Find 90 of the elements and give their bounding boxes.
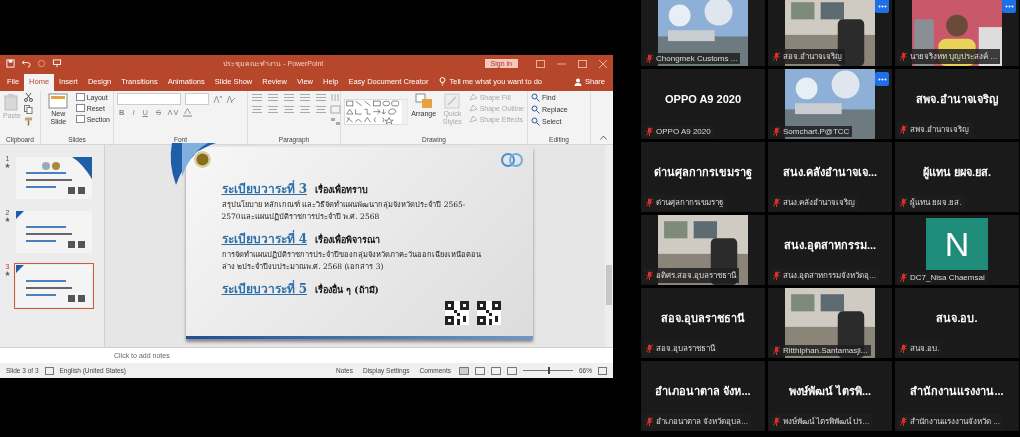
agenda-heading: ระเบียบวาระที่ 4 (221, 229, 308, 248)
participant-name: OPPO A9 2020 (665, 93, 741, 105)
agenda-topic: เรื่องเพื่อทราบ (315, 183, 369, 197)
participant-label: Ritthiphan.Santamasji... (783, 346, 868, 355)
collapse-ribbon-icon[interactable] (600, 135, 607, 140)
more-icon (877, 77, 887, 81)
copy-icon[interactable] (23, 105, 33, 114)
more-button[interactable] (875, 0, 889, 13)
search-icon (531, 93, 540, 102)
align-icon[interactable] (267, 105, 279, 114)
logo-icon (498, 151, 525, 169)
participant-name: ผู้แทน ยผจ.ยส. (922, 165, 992, 181)
star-icon (5, 163, 10, 168)
more-icon (877, 4, 887, 8)
participant-name: สนง.คลังอำนาจเจ... (782, 165, 878, 180)
save-icon[interactable] (6, 59, 15, 68)
clear-formatting-icon[interactable] (226, 95, 235, 103)
participant-name: พงษ์พัฒน์ ไตรพิ... (788, 384, 872, 399)
participant-label: Chongmek Customs ... (656, 54, 738, 63)
participant-label: OPPO A9 2020 (656, 127, 711, 136)
align-icon[interactable] (299, 105, 311, 114)
participant-label: สอจ.อุบลราชธานี (656, 343, 716, 355)
participant-label: นายจริงหท บุญประสงค์ ... (910, 51, 998, 63)
lightbulb-icon (439, 77, 447, 86)
avatar: N (926, 218, 988, 270)
agenda-heading: ระเบียบวาระที่ 5 (221, 279, 308, 298)
more-button[interactable] (1002, 0, 1016, 13)
align-icon[interactable] (251, 105, 263, 114)
agenda-topic: เรื่องเพื่อพิจารณา (315, 233, 381, 247)
participant-name: สำนักงานแรงงาน... (910, 384, 1004, 399)
person-icon (574, 77, 582, 86)
list-icon[interactable] (299, 93, 311, 102)
presentation-icon[interactable] (52, 59, 62, 68)
font-name-field[interactable] (117, 93, 181, 105)
participant-label: สพจ.อำนาจเจริญ (910, 124, 970, 136)
participant-label: อดิศร.สอจ.อุบลราชธานี (656, 270, 737, 282)
cut-icon[interactable] (23, 93, 33, 102)
participant-label: สนจ.อบ. (910, 343, 940, 355)
participant-label: สำนักงานแรงงานจังหวัด ... (910, 416, 1000, 428)
participant-name: สนจ.อบ. (936, 311, 978, 326)
star-icon (5, 217, 10, 222)
participant-label: พงษ์พัฒน์ ไตรพิพัฒน์ ปร... (783, 416, 870, 428)
list-icon[interactable] (283, 93, 295, 102)
qr-code-icon (444, 301, 469, 325)
align-icon[interactable] (315, 105, 327, 114)
participant-name: สอจ.อุบลราชธานี (660, 311, 746, 327)
slide-thumbnail[interactable] (14, 155, 94, 201)
participant-label: สอจ.อำนาจเจริญ (783, 51, 843, 63)
participant-name: อำเภอนาตาล จังห... (655, 384, 751, 399)
scrollbar[interactable] (605, 145, 613, 347)
participant-name: สนง.อุตสาหกรรม... (783, 238, 877, 254)
qr-code-icon (476, 301, 501, 325)
font-size-field[interactable] (185, 93, 209, 105)
participant-name: ด่านศุลกากรเขมราฐ (654, 165, 752, 181)
list-icon[interactable] (315, 93, 327, 102)
participant-label: Somchart.P@TCC (783, 127, 850, 136)
agenda-heading: ระเบียบวาระที่ 3 (221, 179, 308, 198)
star-icon (5, 271, 10, 276)
slide-thumbnail[interactable] (14, 209, 94, 255)
list-icon[interactable] (267, 93, 279, 102)
participant-label: สนง.อุตสาหกรรมจังหวัดอุ... (783, 270, 876, 282)
participant-name: สพจ.อำนาจเจริญ (916, 92, 998, 108)
participant-label: DC7_Nisa Chaemsai (910, 273, 985, 282)
format-painter-icon[interactable] (23, 117, 33, 126)
agenda-topic: เรื่องอื่น ๆ (ถ้ามี) (315, 283, 379, 297)
align-text-icon[interactable] (330, 105, 341, 114)
list-icon[interactable] (251, 93, 263, 102)
emblem-icon (192, 150, 212, 169)
align-icon[interactable] (283, 105, 295, 114)
slide-thumbnail[interactable] (14, 263, 94, 309)
fit-slide-icon[interactable] (598, 366, 607, 375)
participant-label: ด่านศุลกากรเขมราฐ (656, 197, 723, 209)
grow-font-icon[interactable] (213, 95, 222, 103)
more-icon (1004, 4, 1014, 8)
more-button[interactable] (875, 72, 889, 86)
spelling-icon[interactable] (44, 366, 54, 375)
smartart-icon[interactable] (330, 117, 341, 126)
participant-label: สนง.คลังอำนาจเจริญ (783, 197, 856, 209)
participant-label: อำเภอนาตาล จังหวัดอุบล... (656, 416, 748, 428)
font-color-icon[interactable] (182, 108, 192, 117)
search-icon (531, 105, 540, 114)
text-direction-icon[interactable] (330, 93, 341, 102)
ribbon-display-icon[interactable] (536, 59, 545, 68)
redo-icon[interactable] (37, 59, 46, 68)
maximize-icon[interactable] (578, 59, 587, 68)
undo-icon[interactable] (21, 59, 31, 68)
search-icon (531, 117, 540, 126)
participant-label: ผู้แทน ยผจ.ยส. (910, 197, 962, 209)
close-icon[interactable] (599, 59, 607, 68)
character-spacing-icon[interactable] (166, 108, 179, 117)
